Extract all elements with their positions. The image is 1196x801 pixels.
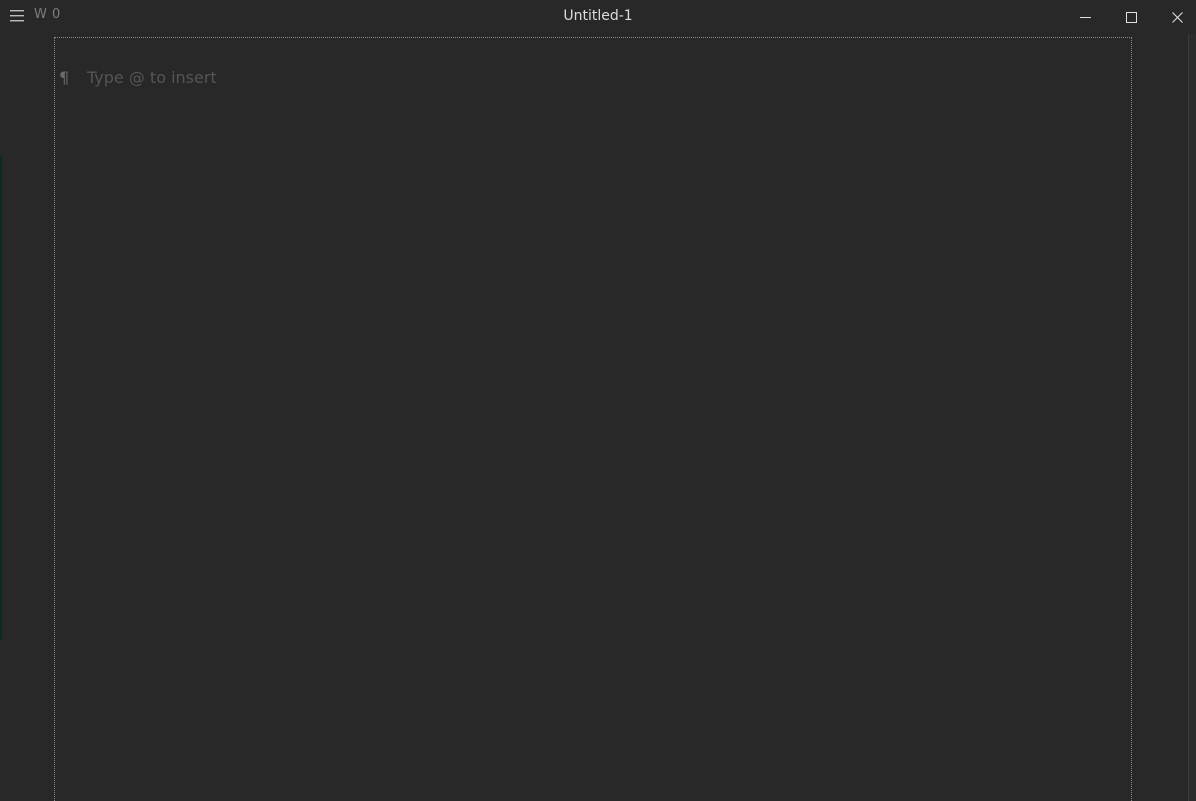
title-bar: W 0 Untitled-1 — [0, 0, 1196, 34]
editor-placeholder: Type @ to insert — [87, 68, 217, 87]
close-button[interactable] — [1154, 0, 1196, 34]
vertical-scrollbar[interactable] — [1188, 34, 1196, 801]
maximize-button[interactable] — [1108, 0, 1154, 34]
close-icon — [1171, 8, 1183, 27]
paragraph-marker-icon: ¶ — [59, 68, 70, 87]
window-title: Untitled-1 — [563, 8, 633, 24]
minimize-button[interactable] — [1062, 0, 1108, 34]
minimize-icon — [1079, 8, 1091, 27]
app-window: W 0 Untitled-1 ¶ Type @ to insert — [0, 0, 1196, 801]
left-edge-accent — [0, 155, 2, 640]
editor-area[interactable]: ¶ Type @ to insert — [54, 37, 1132, 801]
maximize-icon — [1125, 8, 1137, 27]
